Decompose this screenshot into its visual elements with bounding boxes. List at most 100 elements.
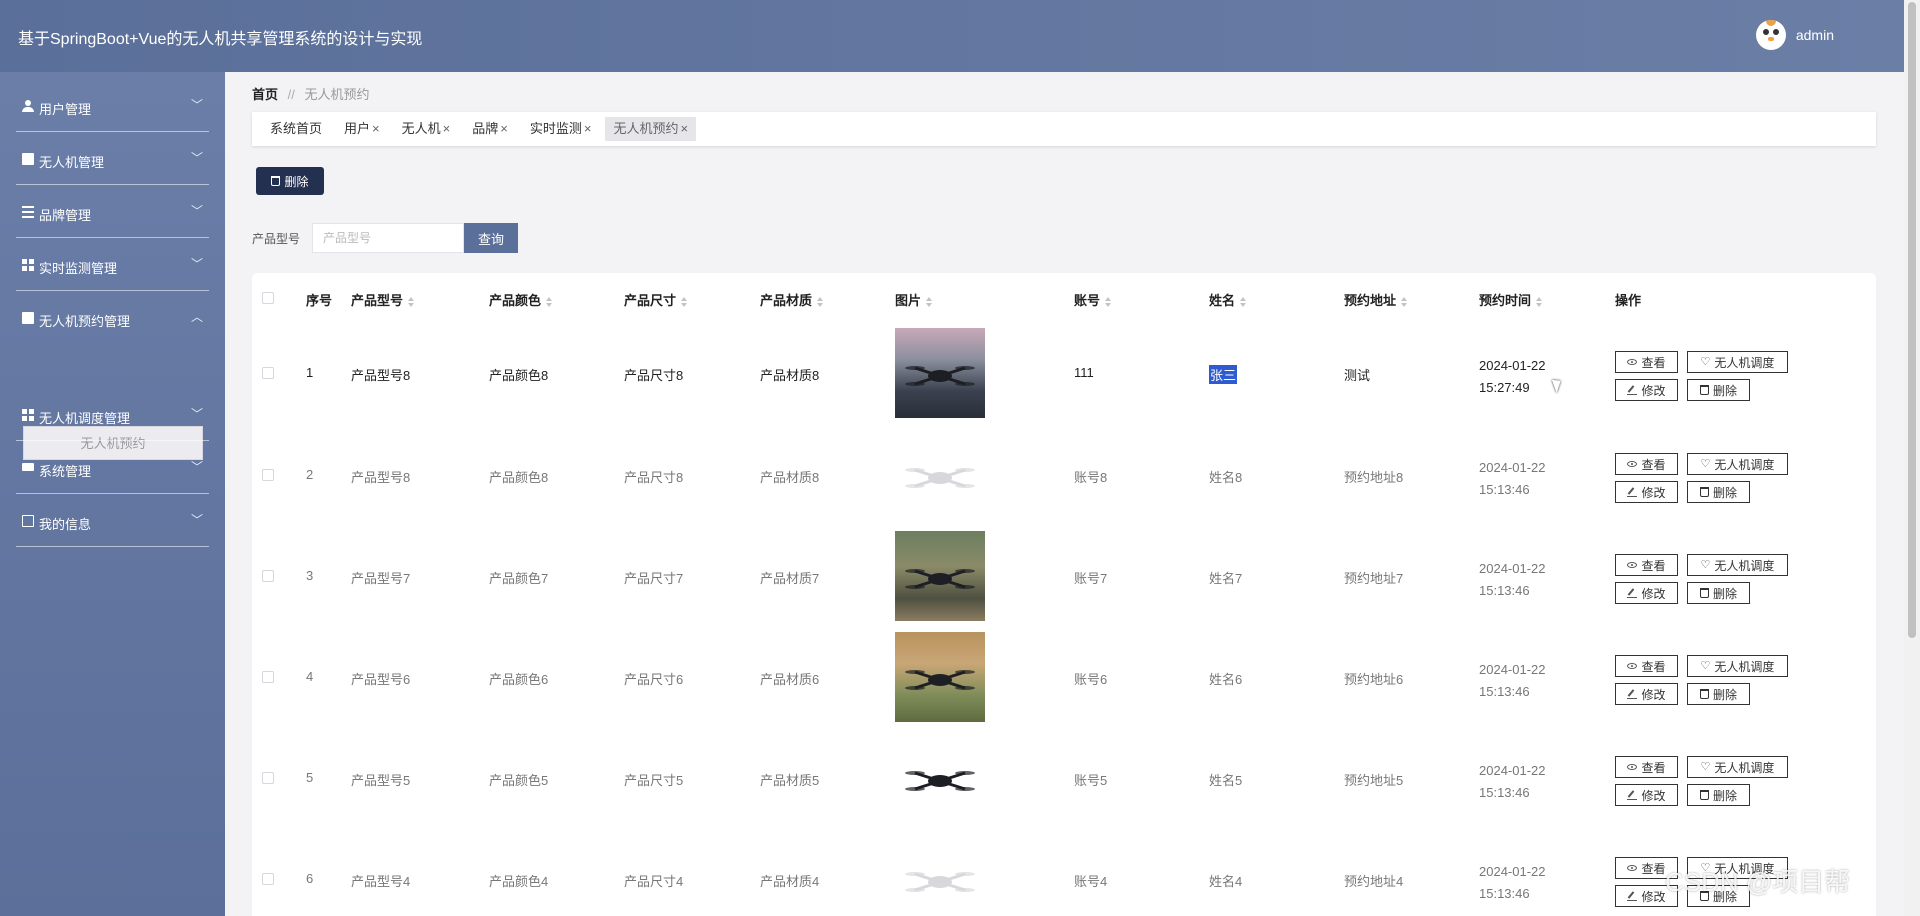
button-label: 修改 <box>1641 788 1666 803</box>
view-button[interactable]: 查看 <box>1615 351 1678 373</box>
header-model[interactable]: 产品型号 <box>351 290 415 309</box>
grid-icon <box>22 409 34 421</box>
cell-color: 产品颜色5 <box>489 773 549 788</box>
edit-button[interactable]: 修改 <box>1615 481 1678 503</box>
sidebar-item-my-info[interactable]: 我的信息 ﹀ <box>0 495 225 547</box>
tab-reservation[interactable]: 无人机预约 × <box>605 117 697 141</box>
select-all-checkbox[interactable] <box>262 292 274 304</box>
view-button[interactable]: 查看 <box>1615 453 1678 475</box>
search-input[interactable] <box>312 223 464 253</box>
edit-button[interactable]: 修改 <box>1615 379 1678 401</box>
edit-button[interactable]: 修改 <box>1615 683 1678 705</box>
sidebar-item-monitoring-management[interactable]: 实时监测管理 ﹀ <box>0 239 225 291</box>
dispatch-button[interactable]: ♡ 无人机调度 <box>1687 453 1788 475</box>
row-checkbox[interactable] <box>262 367 274 379</box>
sort-icon[interactable] <box>817 296 824 307</box>
dispatch-button[interactable]: ♡ 无人机调度 <box>1687 655 1788 677</box>
cell-account: 账号7 <box>1074 571 1108 586</box>
tab-drones[interactable]: 无人机 × <box>394 117 459 141</box>
drone-image[interactable] <box>895 328 985 418</box>
sort-icon[interactable] <box>1536 296 1543 307</box>
edit-button[interactable]: 修改 <box>1615 784 1678 806</box>
header-size[interactable]: 产品尺寸 <box>624 290 688 309</box>
row-checkbox[interactable] <box>262 772 274 784</box>
header-material[interactable]: 产品材质 <box>760 290 824 309</box>
header-label: 账号 <box>1074 293 1101 308</box>
drone-image[interactable] <box>895 733 985 823</box>
trash-icon <box>1699 385 1709 395</box>
cell-account: 账号5 <box>1074 773 1108 788</box>
row-checkbox[interactable] <box>262 873 274 885</box>
bulk-delete-button[interactable]: 删除 <box>256 167 324 195</box>
breadcrumb-home[interactable]: 首页 <box>252 87 278 102</box>
cell-material: 产品材质4 <box>760 874 820 889</box>
card-icon <box>22 515 34 527</box>
drone-image[interactable] <box>895 632 985 722</box>
sort-icon[interactable] <box>681 296 688 307</box>
header-account[interactable]: 账号 <box>1074 290 1112 309</box>
close-icon[interactable]: × <box>584 121 592 136</box>
page-scrollbar[interactable] <box>1904 0 1920 916</box>
sidebar-item-dispatch-management[interactable]: 无人机调度管理 ﹀ <box>0 389 225 441</box>
delete-button[interactable]: 删除 <box>1687 379 1750 401</box>
divider <box>16 493 209 494</box>
close-icon[interactable]: × <box>372 121 380 136</box>
tab-home[interactable]: 系统首页 <box>262 117 330 141</box>
row-checkbox[interactable] <box>262 469 274 481</box>
delete-button[interactable]: 删除 <box>1687 582 1750 604</box>
row-checkbox[interactable] <box>262 570 274 582</box>
delete-button[interactable]: 删除 <box>1687 784 1750 806</box>
close-icon[interactable]: × <box>443 121 451 136</box>
drone-image[interactable] <box>895 834 985 916</box>
tab-users[interactable]: 用户 × <box>336 117 388 141</box>
sort-icon[interactable] <box>926 296 933 307</box>
view-button[interactable]: 查看 <box>1615 554 1678 576</box>
sidebar-item-user-management[interactable]: 用户管理 ﹀ <box>0 80 225 132</box>
header-color[interactable]: 产品颜色 <box>489 290 553 309</box>
sort-icon[interactable] <box>546 296 553 307</box>
cell-color: 产品颜色8 <box>489 470 549 485</box>
cell-address: 预约地址4 <box>1344 874 1404 889</box>
dispatch-button[interactable]: ♡ 无人机调度 <box>1687 351 1788 373</box>
username[interactable]: admin <box>1796 27 1834 43</box>
tab-label: 系统首页 <box>270 121 323 136</box>
header-image[interactable]: 图片 <box>895 290 933 309</box>
drone-image[interactable] <box>895 430 985 520</box>
sort-icon[interactable] <box>1401 296 1408 307</box>
sort-icon[interactable] <box>1105 296 1112 307</box>
avatar[interactable] <box>1755 20 1786 50</box>
sort-icon[interactable] <box>408 296 415 307</box>
sidebar-item-reservation-management[interactable]: 无人机预约管理 ︿ <box>0 292 225 344</box>
sidebar-item-brand-management[interactable]: 品牌管理 ﹀ <box>0 186 225 238</box>
cell-size: 产品尺寸7 <box>624 571 684 586</box>
dispatch-button[interactable]: ♡ 无人机调度 <box>1687 756 1788 778</box>
sort-icon[interactable] <box>1240 296 1247 307</box>
user-menu[interactable]: admin <box>1755 20 1834 50</box>
header-time[interactable]: 预约时间 <box>1479 290 1543 309</box>
view-button[interactable]: 查看 <box>1615 655 1678 677</box>
cell-name: 姓名7 <box>1209 571 1243 586</box>
header-address[interactable]: 预约地址 <box>1344 290 1408 309</box>
breadcrumb-separator: // <box>287 87 295 102</box>
edit-button[interactable]: 修改 <box>1615 582 1678 604</box>
close-icon[interactable]: × <box>680 121 688 136</box>
view-button[interactable]: 查看 <box>1615 756 1678 778</box>
row-checkbox[interactable] <box>262 671 274 683</box>
cell-material: 产品材质7 <box>760 571 820 586</box>
search-button[interactable]: 查询 <box>464 223 518 253</box>
scrollbar-thumb[interactable] <box>1908 2 1916 638</box>
dispatch-button[interactable]: ♡ 无人机调度 <box>1687 554 1788 576</box>
tab-monitoring[interactable]: 实时监测 × <box>522 117 600 141</box>
delete-button[interactable]: 删除 <box>1687 683 1750 705</box>
tab-brands[interactable]: 品牌 × <box>464 117 516 141</box>
edit-icon <box>1627 790 1638 800</box>
button-label: 删除 <box>1712 687 1737 702</box>
list-icon <box>22 206 34 218</box>
drone-image[interactable] <box>895 531 985 621</box>
sidebar-item-drone-management[interactable]: 无人机管理 ﹀ <box>0 133 225 185</box>
delete-button[interactable]: 删除 <box>1687 481 1750 503</box>
header-name[interactable]: 姓名 <box>1209 290 1247 309</box>
sidebar-item-system-management[interactable]: 系统管理 ﹀ <box>0 442 225 494</box>
close-icon[interactable]: × <box>500 121 508 136</box>
button-label: 无人机调度 <box>1714 457 1775 472</box>
